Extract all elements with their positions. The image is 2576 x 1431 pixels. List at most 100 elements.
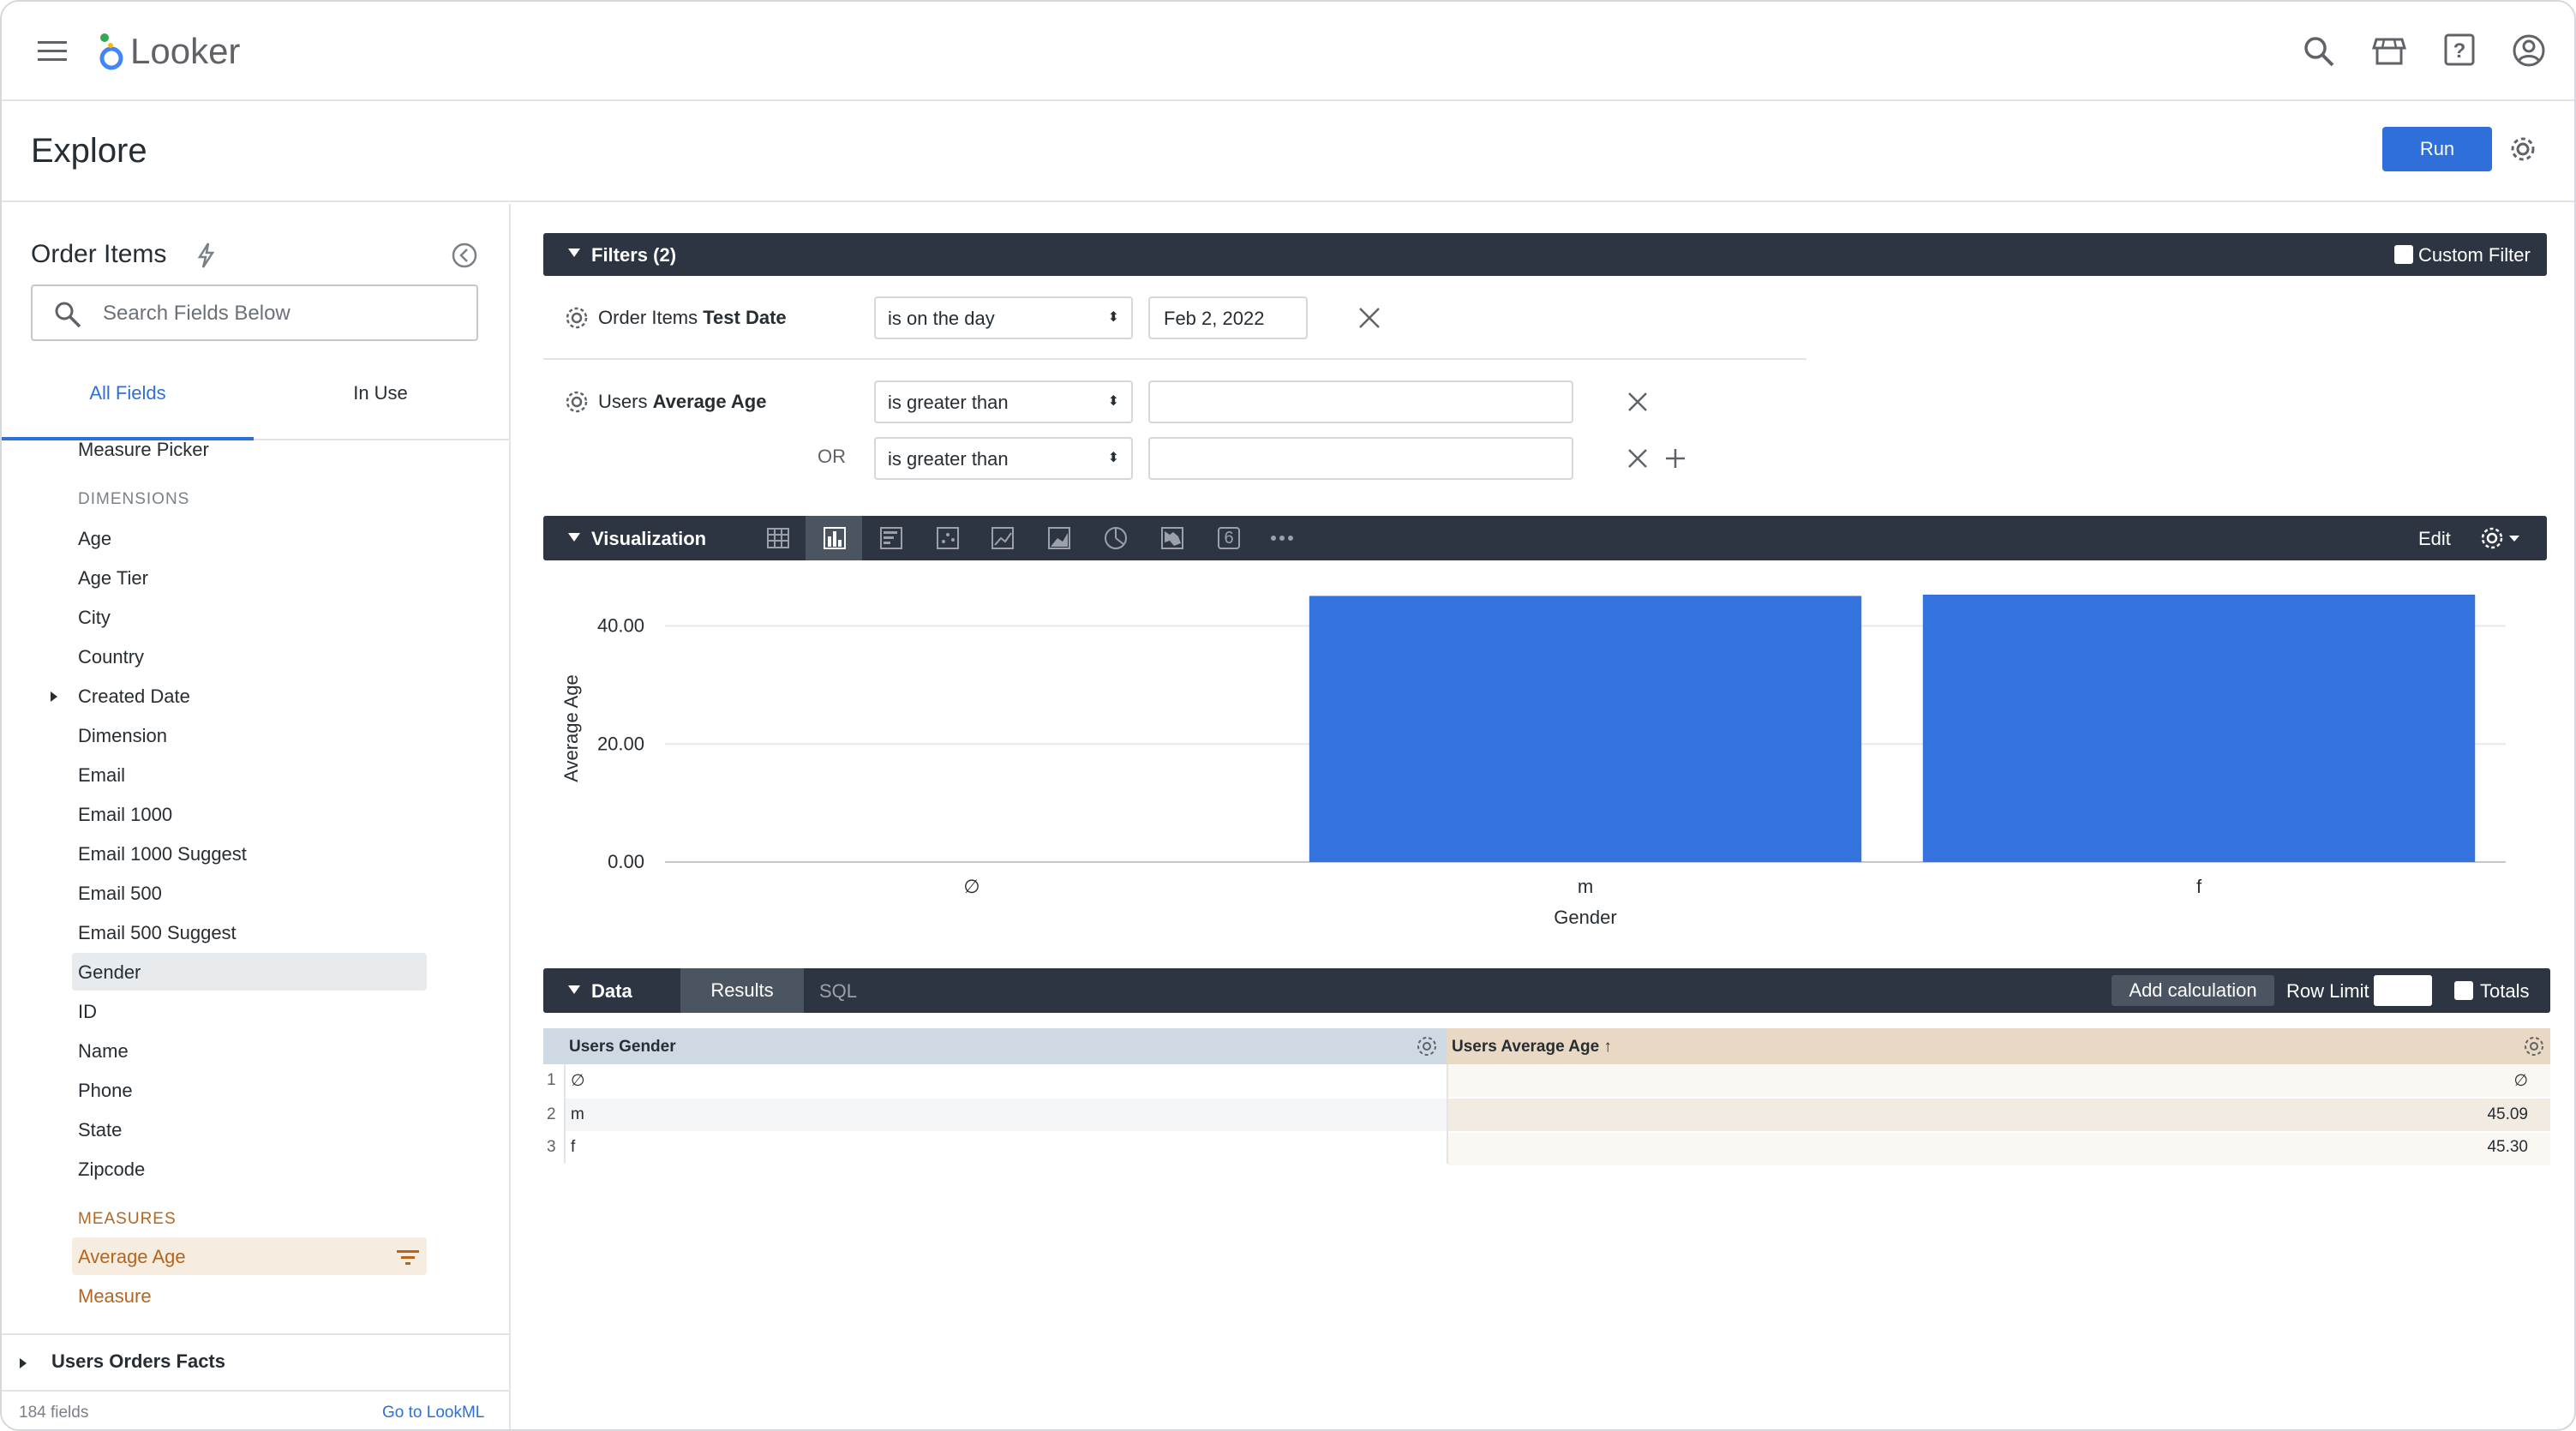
explore-settings-gear-icon[interactable] bbox=[2507, 134, 2538, 165]
filter-view-name: Order Items bbox=[598, 307, 704, 328]
field-id[interactable]: ID bbox=[78, 1001, 97, 1023]
y-axis-label: Average Age bbox=[560, 674, 582, 782]
tab-sql[interactable]: SQL bbox=[819, 980, 857, 1003]
tab-in-use[interactable]: In Use bbox=[254, 382, 507, 425]
cell-gender[interactable]: m bbox=[571, 1105, 584, 1124]
add-calculation-button[interactable]: Add calculation bbox=[2112, 975, 2274, 1006]
collapse-caret-icon[interactable] bbox=[567, 985, 581, 995]
measure-picker-field[interactable]: Measure Picker bbox=[78, 439, 209, 461]
collapse-caret-icon[interactable] bbox=[567, 532, 581, 542]
search-icon[interactable] bbox=[2302, 34, 2336, 69]
filter-gear-icon[interactable] bbox=[564, 305, 590, 331]
filter-gear-icon[interactable] bbox=[564, 389, 590, 415]
cell-average-age[interactable]: ∅ bbox=[2513, 1071, 2528, 1091]
row-limit-input[interactable] bbox=[2374, 975, 2432, 1006]
column-header-average-age: Users Average Age ↑ bbox=[1452, 1038, 1612, 1056]
cell-average-age[interactable]: 45.30 bbox=[2487, 1138, 2528, 1157]
field-phone[interactable]: Phone bbox=[78, 1080, 133, 1102]
collapse-sidebar-icon[interactable] bbox=[451, 242, 478, 269]
account-icon[interactable] bbox=[2511, 33, 2547, 69]
map-icon[interactable] bbox=[1153, 519, 1191, 557]
field-zipcode[interactable]: Zipcode bbox=[78, 1159, 145, 1181]
filter-operator-select-2[interactable]: is greater than ⬍ bbox=[874, 380, 1133, 423]
field-email-500-suggest[interactable]: Email 500 Suggest bbox=[78, 922, 237, 944]
cell-gender[interactable]: f bbox=[571, 1138, 575, 1157]
collapse-caret-icon[interactable] bbox=[567, 248, 581, 258]
area-chart-icon[interactable] bbox=[1040, 519, 1078, 557]
cell-average-age[interactable]: 45.09 bbox=[2487, 1105, 2528, 1124]
filter-value-input-2[interactable] bbox=[1148, 380, 1573, 423]
column-gear-icon[interactable] bbox=[1416, 1035, 1438, 1057]
measure-column-header[interactable]: Users Average Age ↑ bbox=[1447, 1028, 2550, 1064]
remove-filter-icon[interactable] bbox=[1626, 447, 1649, 470]
field-email[interactable]: Email bbox=[78, 764, 125, 787]
filter-label-1: Order Items Test Date bbox=[598, 307, 787, 329]
select-arrows-icon: ⬍ bbox=[1107, 310, 1119, 325]
expand-caret-icon[interactable] bbox=[50, 691, 58, 703]
field-name[interactable]: Name bbox=[78, 1040, 129, 1063]
column-gear-icon[interactable] bbox=[2523, 1035, 2545, 1057]
bar-chart-icon[interactable] bbox=[872, 519, 910, 557]
filter-field-name: Average Age bbox=[652, 391, 767, 412]
field-email-1000[interactable]: Email 1000 bbox=[78, 804, 172, 826]
visualization-settings-gear-icon[interactable] bbox=[2480, 526, 2525, 550]
line-chart-icon[interactable] bbox=[984, 519, 1021, 557]
visualization-title: Visualization bbox=[591, 528, 707, 549]
totals-checkbox[interactable] bbox=[2454, 981, 2473, 1000]
go-to-lookml-link[interactable]: Go to LookML bbox=[382, 1404, 484, 1422]
custom-filter-checkbox[interactable] bbox=[2394, 245, 2413, 264]
expand-caret-icon[interactable] bbox=[19, 1357, 27, 1369]
remove-filter-icon[interactable] bbox=[1357, 306, 1381, 330]
dimension-column-header[interactable]: Users Gender bbox=[543, 1028, 1447, 1064]
column-chart-icon[interactable] bbox=[816, 519, 854, 557]
users-orders-facts-view[interactable]: Users Orders Facts bbox=[51, 1350, 225, 1373]
data-header[interactable]: Data Results SQL Add calculation Row Lim… bbox=[543, 968, 2550, 1013]
more-icon[interactable] bbox=[1263, 519, 1301, 557]
filters-header[interactable]: Filters (2) Custom Filter bbox=[543, 233, 2547, 276]
field-city[interactable]: City bbox=[78, 607, 111, 629]
field-email-1000-suggest[interactable]: Email 1000 Suggest bbox=[78, 843, 247, 865]
divider bbox=[2, 1390, 509, 1392]
marketplace-icon[interactable] bbox=[2372, 34, 2406, 69]
tab-all-fields[interactable]: All Fields bbox=[2, 382, 254, 425]
field-measure[interactable]: Measure bbox=[78, 1285, 152, 1308]
field-dimension[interactable]: Dimension bbox=[78, 725, 167, 747]
help-icon[interactable]: ? bbox=[2442, 33, 2477, 69]
field-email-500[interactable]: Email 500 bbox=[78, 883, 162, 905]
tab-results[interactable]: Results bbox=[680, 968, 804, 1013]
scatter-icon[interactable] bbox=[929, 519, 967, 557]
field-count: 184 fields bbox=[19, 1404, 89, 1422]
field-age[interactable]: Age bbox=[78, 528, 111, 550]
operator-value: is greater than bbox=[888, 392, 1009, 413]
table-row[interactable] bbox=[566, 1064, 1447, 1097]
edit-visualization-button[interactable]: Edit bbox=[2418, 528, 2451, 550]
filter-view-name: Users bbox=[598, 391, 653, 412]
table-icon[interactable] bbox=[759, 519, 797, 557]
remove-filter-icon[interactable] bbox=[1626, 391, 1649, 413]
hamburger-menu-icon[interactable] bbox=[36, 38, 69, 65]
data-title: Data bbox=[591, 980, 632, 1002]
operator-value: is greater than bbox=[888, 448, 1009, 470]
pie-chart-icon[interactable] bbox=[1097, 519, 1135, 557]
search-fields-input[interactable]: Search Fields Below bbox=[31, 284, 478, 341]
filter-value-input-1[interactable]: Feb 2, 2022 bbox=[1148, 296, 1308, 339]
field-state[interactable]: State bbox=[78, 1119, 122, 1141]
field-country[interactable]: Country bbox=[78, 646, 144, 668]
field-created-date[interactable]: Created Date bbox=[78, 686, 190, 708]
field-average-age[interactable]: Average Age bbox=[78, 1246, 186, 1268]
page-title: Explore bbox=[31, 132, 147, 170]
filter-operator-select-1[interactable]: is on the day ⬍ bbox=[874, 296, 1133, 339]
x-tick-label: m bbox=[1578, 876, 1593, 897]
filter-icon[interactable] bbox=[396, 1248, 420, 1266]
dimensions-header: DIMENSIONS bbox=[78, 490, 190, 508]
single-value-icon[interactable]: 6 bbox=[1210, 519, 1248, 557]
filter-operator-select-3[interactable]: is greater than ⬍ bbox=[874, 437, 1133, 480]
filter-value-input-3[interactable] bbox=[1148, 437, 1573, 480]
cell-gender[interactable]: ∅ bbox=[571, 1071, 585, 1091]
field-age-tier[interactable]: Age Tier bbox=[78, 567, 148, 590]
single-value-glyph: 6 bbox=[1224, 529, 1234, 548]
field-gender[interactable]: Gender bbox=[78, 961, 141, 984]
add-filter-icon[interactable] bbox=[1664, 447, 1686, 470]
filter-field-name: Test Date bbox=[703, 307, 787, 328]
run-button[interactable]: Run bbox=[2382, 127, 2492, 171]
